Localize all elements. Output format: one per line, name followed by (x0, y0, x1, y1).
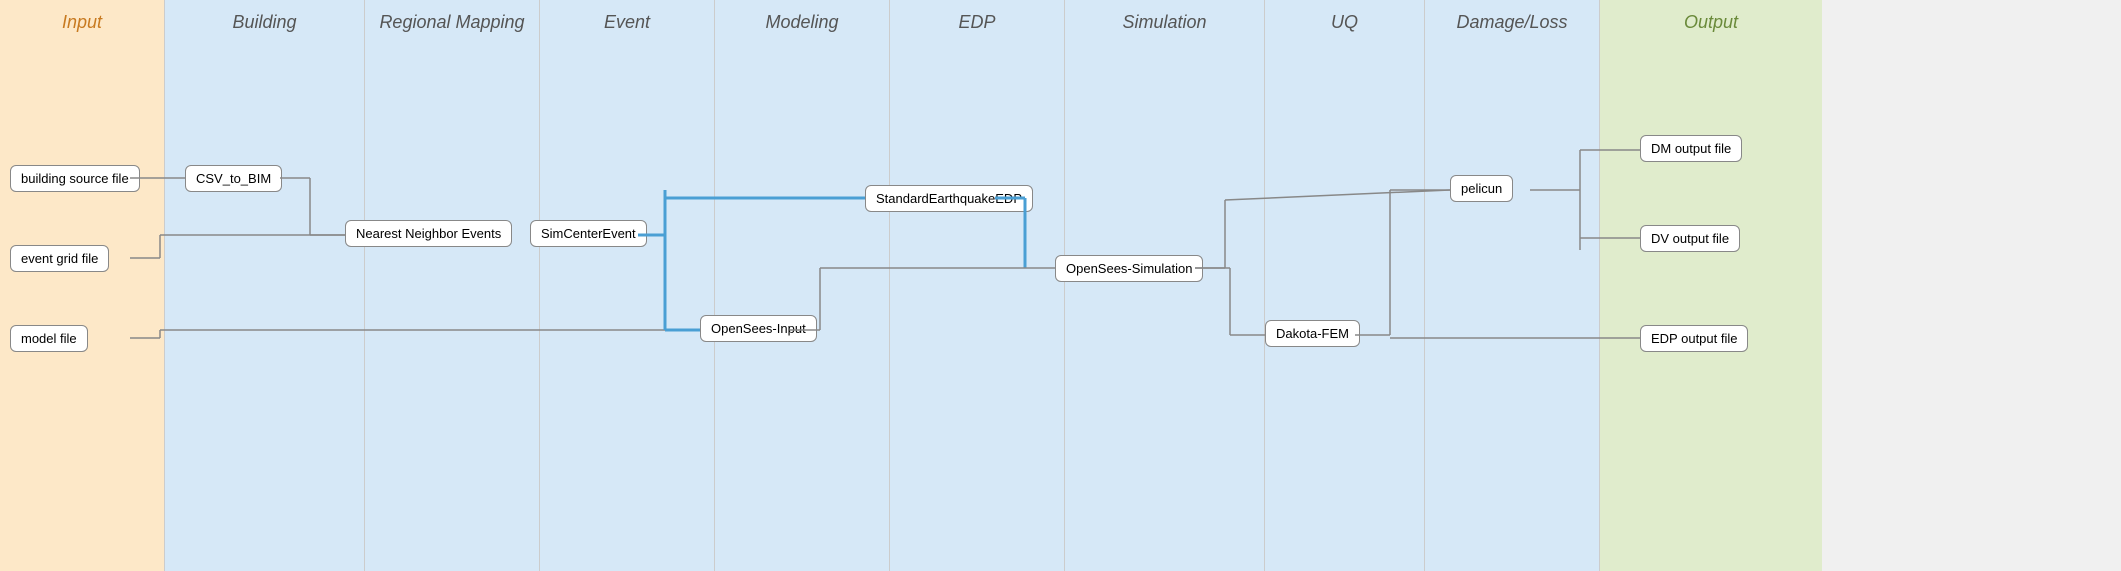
column-modeling: Modeling (715, 0, 890, 571)
column-uq: UQ (1265, 0, 1425, 571)
column-event: Event (540, 0, 715, 571)
node-dm-output: DM output file (1640, 135, 1742, 162)
diagram-container: Input Building Regional Mapping Event Mo… (0, 0, 2121, 571)
column-simulation: Simulation (1065, 0, 1265, 571)
column-building: Building (165, 0, 365, 571)
node-standard-edp: StandardEarthquakeEDP (865, 185, 1033, 212)
col-header-input: Input (0, 0, 164, 45)
col-header-modeling: Modeling (715, 0, 889, 45)
col-header-simulation: Simulation (1065, 0, 1264, 45)
col-header-building: Building (165, 0, 364, 45)
node-dv-output: DV output file (1640, 225, 1740, 252)
column-output: Output (1600, 0, 1822, 571)
node-pelicun: pelicun (1450, 175, 1513, 202)
col-header-edp: EDP (890, 0, 1064, 45)
col-header-event: Event (540, 0, 714, 45)
node-csv-to-bim: CSV_to_BIM (185, 165, 282, 192)
node-nearest-neighbor: Nearest Neighbor Events (345, 220, 512, 247)
node-building-source: building source file (10, 165, 140, 192)
node-edp-output: EDP output file (1640, 325, 1748, 352)
col-header-uq: UQ (1265, 0, 1424, 45)
node-dakota-fem: Dakota-FEM (1265, 320, 1360, 347)
node-simcenter-event: SimCenterEvent (530, 220, 647, 247)
col-header-output: Output (1600, 0, 1822, 45)
col-header-damage: Damage/Loss (1425, 0, 1599, 45)
node-opensees-input: OpenSees-Input (700, 315, 817, 342)
node-opensees-sim: OpenSees-Simulation (1055, 255, 1203, 282)
column-regional: Regional Mapping (365, 0, 540, 571)
column-input: Input (0, 0, 165, 571)
col-header-regional: Regional Mapping (365, 0, 539, 45)
column-damage: Damage/Loss (1425, 0, 1600, 571)
column-edp: EDP (890, 0, 1065, 571)
node-model-file: model file (10, 325, 88, 352)
node-event-grid: event grid file (10, 245, 109, 272)
